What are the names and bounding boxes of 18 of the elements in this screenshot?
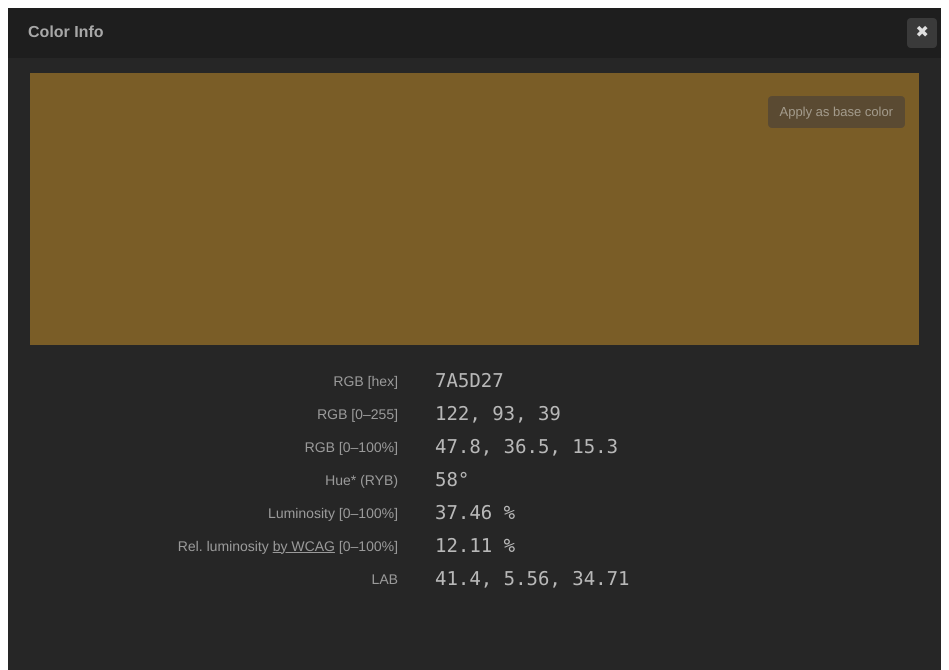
property-value: 58° <box>435 468 470 494</box>
apply-base-color-button[interactable]: Apply as base color <box>768 96 905 128</box>
property-label: RGB [0–255] <box>317 406 398 422</box>
property-value: 41.4, 5.56, 34.71 <box>435 567 630 592</box>
property-label: RGB [0–100%] <box>304 438 398 454</box>
property-label: LAB <box>372 570 398 586</box>
property-value: 47.8, 36.5, 15.3 <box>435 435 618 460</box>
window-title: Color Info <box>28 23 104 43</box>
property-value: 37.46 % <box>435 501 516 526</box>
wcag-link[interactable]: by WCAG <box>272 538 335 554</box>
property-value: 122, 93, 39 <box>435 402 561 428</box>
property-value: 12.11 % <box>435 534 516 560</box>
property-label: Rel. luminosity by WCAG [0–100%] <box>178 538 398 554</box>
property-value: 7A5D27 <box>435 369 504 394</box>
property-label: Luminosity [0–100%] <box>268 504 398 520</box>
close-button[interactable]: ✖ <box>907 18 937 48</box>
property-label: RGB [hex] <box>333 372 398 388</box>
property-label: Hue* (RYB) <box>325 472 398 488</box>
